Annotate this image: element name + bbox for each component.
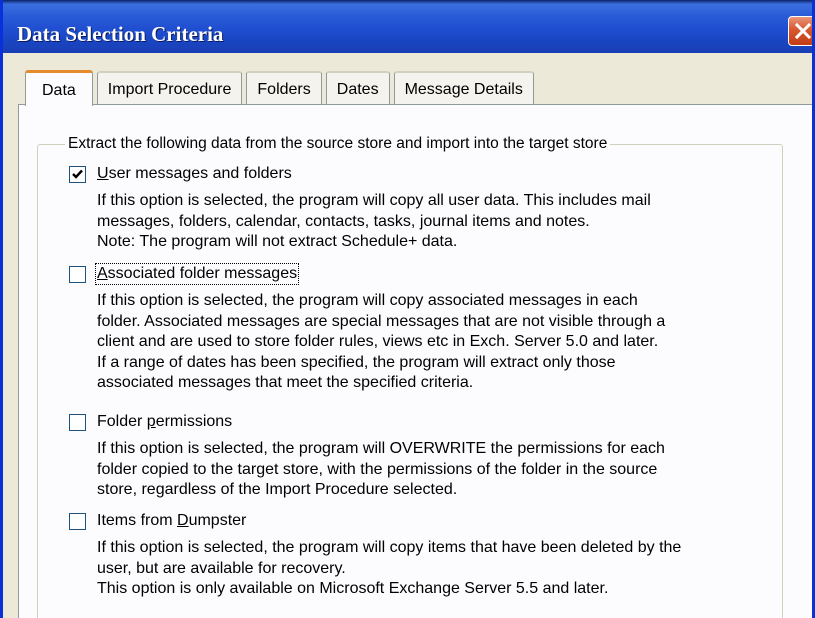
tab-dates[interactable]: Dates — [325, 71, 390, 105]
folder-permissions-label[interactable]: Folder permissions — [97, 413, 232, 431]
dialog-window: Data Selection Criteria Data Import Proc… — [0, 0, 815, 618]
tab-message-details[interactable]: Message Details — [393, 71, 534, 105]
window-title: Data Selection Criteria — [17, 22, 224, 46]
close-button[interactable] — [788, 16, 812, 46]
user-messages-label[interactable]: User messages and folders — [97, 165, 292, 183]
folder-permissions-checkbox[interactable] — [69, 414, 86, 431]
tab-data[interactable]: Data — [25, 70, 93, 106]
user-messages-description: If this option is selected, the program … — [97, 192, 651, 250]
associated-messages-description: If this option is selected, the program … — [97, 292, 666, 391]
tab-strip: Data Import Procedure Folders Dates Mess… — [25, 69, 538, 106]
items-from-dumpster-checkbox[interactable] — [69, 513, 86, 530]
associated-messages-checkbox[interactable] — [69, 266, 86, 283]
groupbox-legend: Extract the following data from the sour… — [65, 135, 611, 153]
items-from-dumpster-label[interactable]: Items from Dumpster — [97, 512, 246, 530]
user-messages-checkbox[interactable] — [69, 166, 86, 183]
associated-messages-label[interactable]: Associated folder messages — [94, 263, 300, 285]
close-icon — [794, 22, 812, 40]
folder-permissions-description: If this option is selected, the program … — [97, 440, 665, 498]
tab-folders[interactable]: Folders — [246, 71, 322, 105]
items-from-dumpster-description: If this option is selected, the program … — [97, 539, 682, 597]
tab-import-procedure[interactable]: Import Procedure — [96, 71, 243, 105]
checkmark-icon — [72, 169, 83, 179]
title-bar[interactable]: Data Selection Criteria — [3, 0, 812, 53]
